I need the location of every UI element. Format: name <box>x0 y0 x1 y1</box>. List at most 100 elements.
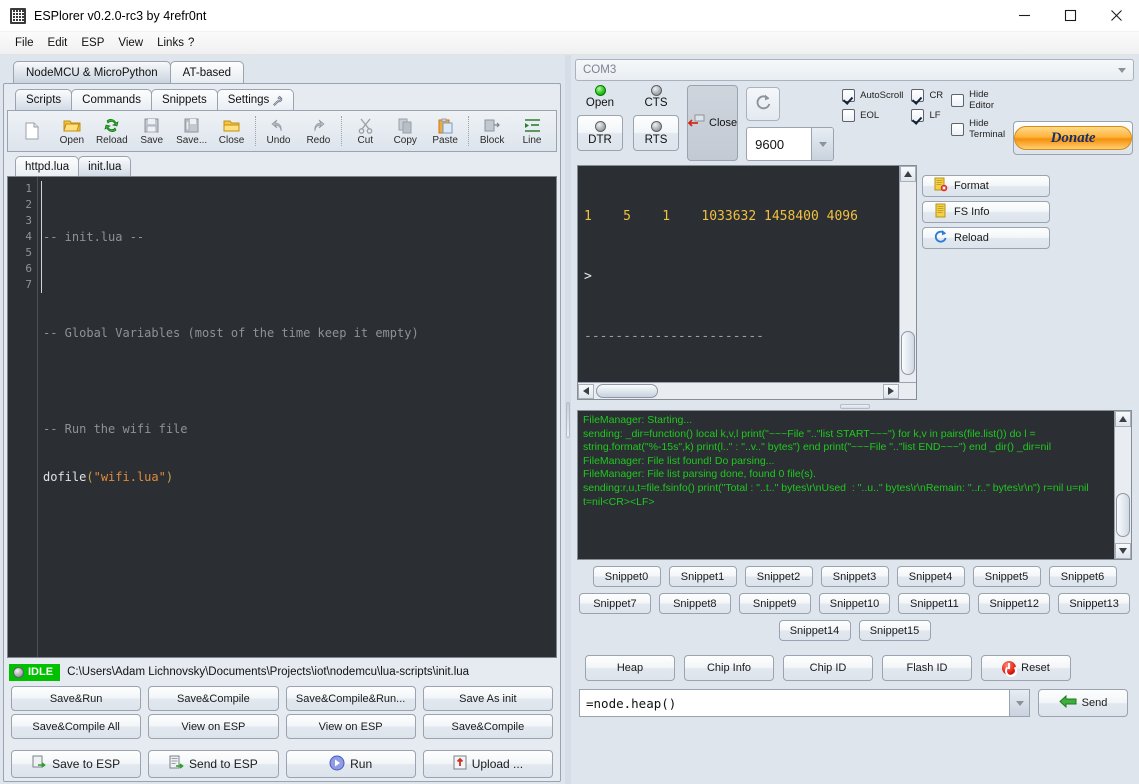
save-as-init-button[interactable]: Save As init <box>423 686 553 711</box>
tab-scripts[interactable]: Scripts <box>15 89 72 110</box>
snippet-button-13[interactable]: Snippet13 <box>1058 593 1130 614</box>
donate-button[interactable]: Donate <box>1013 121 1133 155</box>
baud-rate-select[interactable]: 9600 <box>746 127 834 161</box>
file-tab-init[interactable]: init.lua <box>78 156 131 176</box>
terminal-hscroll-thumb[interactable] <box>596 384 658 398</box>
code-editor[interactable]: 1 2 3 4 5 6 7 -- init.lua -- -- Global V… <box>7 176 557 658</box>
snippet-button-1[interactable]: Snippet1 <box>669 566 737 587</box>
snippet-button-5[interactable]: Snippet5 <box>973 566 1041 587</box>
menu-edit[interactable]: Edit <box>41 35 75 51</box>
log-scroll-down-icon[interactable] <box>1115 543 1131 559</box>
snippet-button-8[interactable]: Snippet8 <box>659 593 731 614</box>
hide-terminal-checkbox[interactable]: Hide Terminal <box>951 118 1005 140</box>
send-to-esp-button[interactable]: Send to ESP <box>148 750 278 778</box>
snippet-button-15[interactable]: Snippet15 <box>859 620 931 641</box>
terminal-output[interactable]: 1 5 1 1033632 1458400 4096 > -----------… <box>578 166 916 382</box>
menu-view[interactable]: View <box>111 35 150 51</box>
log-vertical-scrollbar[interactable] <box>1114 411 1131 559</box>
lf-checkbox[interactable]: LF <box>911 109 943 122</box>
log-scroll-up-icon[interactable] <box>1115 411 1131 427</box>
tab-settings[interactable]: Settings <box>217 89 295 110</box>
toolbar-undo[interactable]: Undo <box>259 112 299 150</box>
cr-checkbox[interactable]: CR <box>911 89 943 102</box>
autoscroll-checkbox[interactable]: AutoScroll <box>842 89 903 102</box>
save-to-esp-button[interactable]: Save to ESP <box>11 750 141 778</box>
hide-editor-checkbox[interactable]: Hide Editor <box>951 89 1005 111</box>
terminal-scroll-thumb[interactable] <box>901 331 915 375</box>
save-compile-button-2[interactable]: Save&Compile <box>423 714 553 739</box>
upload-button[interactable]: Upload ... <box>423 750 553 778</box>
toolbar-line[interactable]: Line <box>512 112 552 150</box>
toolbar-close[interactable]: Close <box>212 112 252 150</box>
dtr-button[interactable]: DTR <box>577 115 623 151</box>
tab-snippets[interactable]: Snippets <box>151 89 218 110</box>
menu-file[interactable]: File <box>8 35 41 51</box>
save-and-run-button[interactable]: Save&Run <box>11 686 141 711</box>
snippet-button-14[interactable]: Snippet14 <box>779 620 851 641</box>
rts-button[interactable]: RTS <box>633 115 679 151</box>
chip-info-button[interactable]: Chip Info <box>684 655 774 681</box>
command-input[interactable]: =node.heap() <box>579 689 1030 717</box>
save-and-compile-button[interactable]: Save&Compile <box>148 686 278 711</box>
refresh-ports-button[interactable] <box>746 87 780 121</box>
chip-id-button[interactable]: Chip ID <box>783 655 873 681</box>
scroll-right-icon[interactable] <box>883 384 899 399</box>
minimize-button[interactable] <box>1001 0 1047 32</box>
scroll-left-icon[interactable] <box>578 384 594 399</box>
snippet-button-12[interactable]: Snippet12 <box>978 593 1050 614</box>
command-history-dropdown-icon[interactable] <box>1009 690 1029 716</box>
snippet-button-4[interactable]: Snippet4 <box>897 566 965 587</box>
snippet-button-2[interactable]: Snippet2 <box>745 566 813 587</box>
save-compile-all-button[interactable]: Save&Compile All <box>11 714 141 739</box>
heap-button[interactable]: Heap <box>585 655 675 681</box>
reload-fs-button[interactable]: Reload <box>922 227 1050 249</box>
horizontal-splitter[interactable] <box>577 402 1132 410</box>
toolbar-block[interactable]: Block <box>472 112 512 150</box>
send-button[interactable]: Send <box>1038 689 1128 717</box>
toolbar-redo[interactable]: Redo <box>298 112 338 150</box>
code-area[interactable]: -- init.lua -- -- Global Variables (most… <box>38 177 556 657</box>
toolbar-copy[interactable]: Copy <box>385 112 425 150</box>
toolbar-open[interactable]: Open <box>52 112 92 150</box>
toolbar-cut[interactable]: Cut <box>345 112 385 150</box>
tab-nodemcu-micropython[interactable]: NodeMCU & MicroPython <box>13 61 171 83</box>
log-output[interactable]: FileManager: Starting... sending: _dir=f… <box>578 411 1131 559</box>
close-connection-button[interactable]: Close <box>687 85 738 161</box>
toolbar-paste[interactable]: Paste <box>425 112 465 150</box>
file-tab-httpd[interactable]: httpd.lua <box>15 156 79 176</box>
serial-port-combo[interactable]: COM3 <box>575 59 1134 81</box>
snippet-button-9[interactable]: Snippet9 <box>739 593 811 614</box>
log-scroll-thumb[interactable] <box>1116 493 1130 537</box>
reset-button[interactable]: Reset <box>981 655 1071 681</box>
fs-info-button[interactable]: FS Info <box>922 201 1050 223</box>
save-compile-run-button[interactable]: Save&Compile&Run... <box>286 686 416 711</box>
run-button[interactable]: Run <box>286 750 416 778</box>
toolbar-save[interactable]: Save <box>132 112 172 150</box>
toolbar-new-file[interactable] <box>12 112 52 150</box>
toolbar-reload[interactable]: Reload <box>92 112 132 150</box>
format-button[interactable]: Format <box>922 175 1050 197</box>
menu-help[interactable]: ? <box>186 35 201 51</box>
menu-esp[interactable]: ESP <box>74 35 111 51</box>
maximize-button[interactable] <box>1047 0 1093 32</box>
tab-commands[interactable]: Commands <box>71 89 152 110</box>
view-on-esp-button-1[interactable]: View on ESP <box>148 714 278 739</box>
eol-checkbox[interactable]: EOL <box>842 109 903 122</box>
toolbar-save-as[interactable]: Save... <box>172 112 212 150</box>
snippet-button-0[interactable]: Snippet0 <box>593 566 661 587</box>
menu-links[interactable]: Links <box>150 35 186 51</box>
close-button[interactable] <box>1093 0 1139 32</box>
terminal-scroll-track[interactable] <box>900 182 916 383</box>
snippet-button-10[interactable]: Snippet10 <box>819 593 891 614</box>
flash-id-button[interactable]: Flash ID <box>882 655 972 681</box>
snippet-button-7[interactable]: Snippet7 <box>579 593 651 614</box>
log-scroll-track[interactable] <box>1115 427 1131 543</box>
snippet-button-6[interactable]: Snippet6 <box>1049 566 1117 587</box>
tab-at-based[interactable]: AT-based <box>170 61 244 83</box>
terminal-vertical-scrollbar[interactable] <box>899 166 916 399</box>
terminal-horizontal-scrollbar[interactable] <box>578 382 916 399</box>
scroll-up-icon[interactable] <box>900 166 916 182</box>
view-on-esp-button-2[interactable]: View on ESP <box>286 714 416 739</box>
snippet-button-3[interactable]: Snippet3 <box>821 566 889 587</box>
snippet-button-11[interactable]: Snippet11 <box>898 593 970 614</box>
